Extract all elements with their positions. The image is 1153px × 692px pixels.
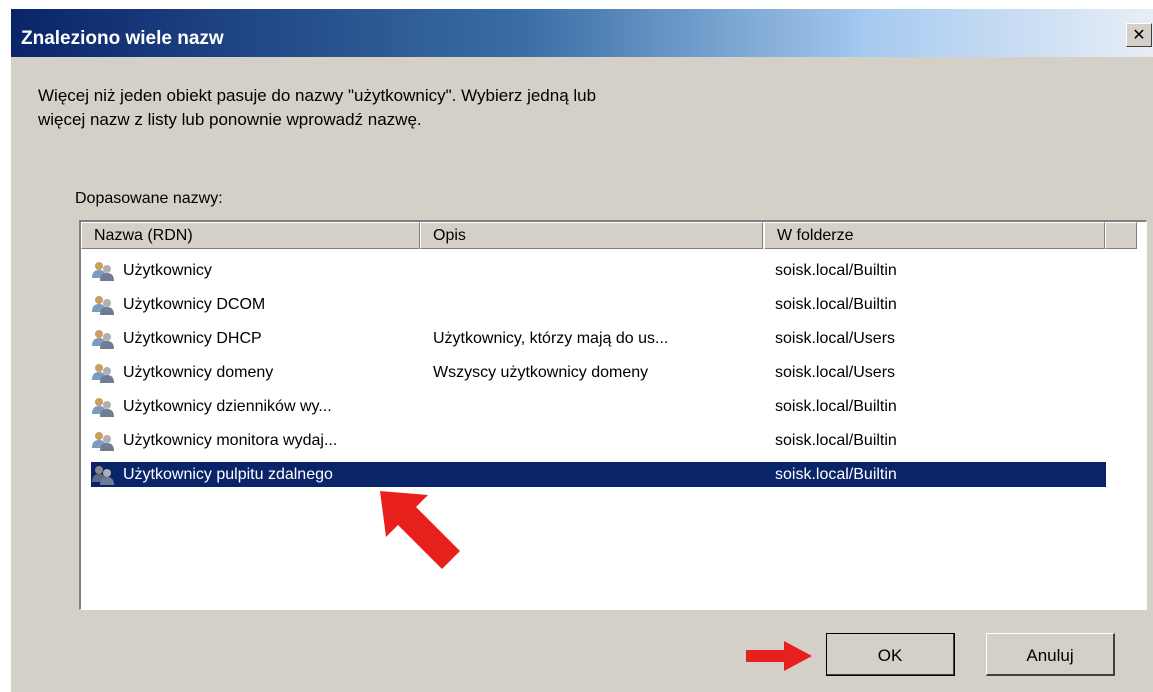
column-header-folder[interactable]: W folderze [764,222,1105,249]
row-name: Użytkownicy [123,262,212,279]
group-icon [92,262,114,281]
group-icon [92,296,114,315]
close-icon: ✕ [1132,25,1146,44]
list-row[interactable]: Użytkownicy DCOM soisk.local/Builtin [91,292,1106,317]
list-header: Nazwa (RDN) Opis W folderze [81,222,1146,249]
row-name: Użytkownicy DCOM [123,296,266,313]
title-bar[interactable]: Znaleziono wiele nazw ✕ [11,9,1153,57]
row-folder: soisk.local/Users [775,364,896,381]
group-icon [92,330,114,349]
message-line-2: więcej nazw z listy lub ponownie wprowad… [38,110,422,129]
row-name: Użytkownicy pulpitu zdalnego [123,466,333,483]
list-label: Dopasowane nazwy: [75,190,223,207]
message-line-1: Więcej niż jeden obiekt pasuje do nazwy … [38,86,597,105]
ok-button[interactable]: OK [826,633,955,676]
row-folder: soisk.local/Builtin [775,262,897,279]
column-header-name[interactable]: Nazwa (RDN) [81,222,420,249]
row-folder: soisk.local/Builtin [775,296,897,313]
row-name: Użytkownicy monitora wydaj... [123,432,338,449]
row-folder: soisk.local/Builtin [775,398,897,415]
list-row[interactable]: Użytkownicy pulpitu zdalnego soisk.local/… [91,462,1106,487]
column-header-filler [1105,222,1137,249]
group-icon [92,398,114,417]
column-header-description[interactable]: Opis [420,222,763,249]
dialog-window: Znaleziono wiele nazw ✕ Więcej niż jeden… [10,8,1153,692]
row-name: Użytkownicy DHCP [123,330,262,347]
group-icon [92,364,114,383]
row-folder: soisk.local/Builtin [775,432,897,449]
row-folder: soisk.local/Builtin [775,466,897,483]
row-name: Użytkownicy dzienników wy... [123,398,332,415]
list-row[interactable]: Użytkownicy soisk.local/Builtin [91,258,1106,283]
row-folder: soisk.local/Users [775,330,896,347]
dialog-title: Znaleziono wiele nazw [21,28,224,49]
close-button[interactable]: ✕ [1126,23,1152,47]
list-row[interactable]: Użytkownicy monitora wydaj... soisk.local… [91,428,1106,453]
group-icon [92,466,114,485]
row-description: Użytkownicy, którzy mają do us... [433,330,669,347]
group-icon [92,432,114,451]
row-description: Wszyscy użytkownicy domeny [433,364,649,381]
message-text: Więcej niż jeden obiekt pasuje do nazwy … [38,84,798,132]
row-name: Użytkownicy domeny [123,364,274,381]
list-row[interactable]: Użytkownicy dzienników wy... soisk.local/… [91,394,1106,419]
pointer-arrow-icon [380,491,460,569]
list-row[interactable]: Użytkownicy domeny Wszyscy użytkownicy do… [91,360,1106,385]
right-arrow-icon [746,641,812,671]
list-row[interactable]: Użytkownicy DHCP Użytkownicy, którzy mają… [91,326,1106,351]
matched-names-list[interactable]: Nazwa (RDN) Opis W folderze Użytkownicy s… [79,220,1147,610]
cancel-button[interactable]: Anuluj [986,633,1115,676]
